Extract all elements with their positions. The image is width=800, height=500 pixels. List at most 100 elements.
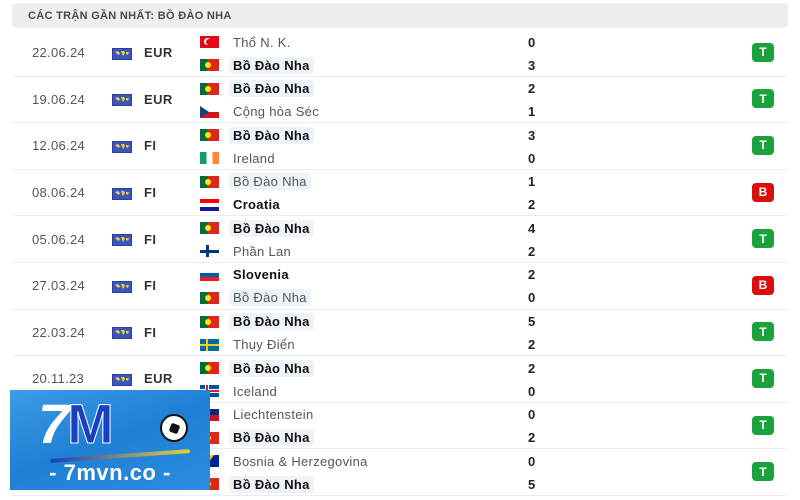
- home-team-name: Bồ Đào Nha: [229, 359, 314, 377]
- away-score: 0: [528, 150, 536, 166]
- away-team[interactable]: Bồ Đào Nha: [200, 55, 314, 75]
- away-team[interactable]: Croatia: [200, 195, 284, 215]
- home-team[interactable]: Thổ N. K.: [200, 32, 295, 52]
- competition-world-map-icon: [112, 93, 132, 107]
- competition-label: FI: [144, 278, 157, 294]
- match-date: 22.03.24: [32, 324, 86, 340]
- home-team[interactable]: Slovenia: [200, 265, 293, 285]
- result-badge: T: [752, 415, 774, 435]
- home-score: 2: [528, 360, 536, 376]
- home-score: 2: [528, 81, 536, 97]
- competition-world-map-icon: [112, 233, 132, 247]
- away-team[interactable]: Iceland: [200, 381, 281, 401]
- home-team[interactable]: Bồ Đào Nha: [200, 218, 314, 238]
- home-team-name: Thổ N. K.: [233, 34, 291, 50]
- away-score: 5: [528, 476, 536, 492]
- away-team[interactable]: Bồ Đào Nha: [200, 474, 314, 494]
- away-team[interactable]: Bồ Đào Nha: [200, 428, 314, 448]
- match-date: 27.03.24: [32, 278, 86, 294]
- match-row[interactable]: 19.06.24 EUR Bồ Đào Nha Cộng hòa Séc 2 1…: [12, 77, 788, 124]
- away-team-name: Bồ Đào Nha: [229, 475, 314, 493]
- home-score: 4: [528, 220, 536, 236]
- competition-label: EUR: [144, 45, 173, 61]
- away-score: 0: [528, 383, 536, 399]
- home-team-name: Bồ Đào Nha: [229, 219, 314, 237]
- away-team-name: Ireland: [233, 150, 275, 166]
- match-row[interactable]: 27.03.24 FI Slovenia Bồ Đào Nha 2 0 B: [12, 263, 788, 310]
- home-team-name: Bồ Đào Nha: [229, 80, 314, 98]
- result-badge: T: [752, 135, 774, 155]
- result-badge: T: [752, 229, 774, 249]
- home-team[interactable]: Liechtenstein: [200, 405, 318, 425]
- competition-label: FI: [144, 324, 157, 340]
- competition-world-map-icon: [112, 373, 132, 386]
- result-badge: B: [752, 182, 774, 202]
- portugal-flag-icon: [200, 222, 219, 235]
- result-badge: T: [752, 368, 774, 388]
- away-score: 1: [528, 104, 536, 120]
- watermark-logo-text: 7M: [38, 395, 114, 452]
- home-score: 2: [528, 267, 536, 283]
- section-header: CÁC TRẬN GẦN NHẤT: BỒ ĐÀO NHA: [12, 3, 788, 28]
- away-team[interactable]: Ireland: [200, 148, 279, 168]
- czech-flag-icon: [200, 105, 219, 118]
- away-team[interactable]: Phần Lan: [200, 241, 295, 261]
- competition-world-map-icon: [112, 187, 132, 200]
- competition-label: EUR: [144, 91, 173, 107]
- home-team[interactable]: Bồ Đào Nha: [200, 172, 311, 192]
- away-team-name: Bồ Đào Nha: [229, 289, 311, 307]
- portugal-flag-icon: [200, 291, 219, 304]
- home-score: 0: [528, 453, 536, 469]
- away-team-name: Phần Lan: [233, 243, 292, 259]
- home-team[interactable]: Bồ Đào Nha: [200, 79, 314, 99]
- away-team-name: Iceland: [233, 383, 278, 399]
- home-team-name: Bồ Đào Nha: [229, 313, 314, 331]
- home-team[interactable]: Bồ Đào Nha: [200, 358, 314, 378]
- watermark-m: M: [67, 392, 115, 455]
- match-row[interactable]: 08.06.24 FI Bồ Đào Nha Croatia 1 2 B: [12, 170, 788, 217]
- portugal-flag-icon: [200, 315, 219, 328]
- home-team-name: Liechtenstein: [233, 407, 314, 423]
- away-team[interactable]: Bồ Đào Nha: [200, 288, 311, 308]
- home-score: 0: [528, 34, 536, 50]
- home-score: 3: [528, 127, 536, 143]
- portugal-flag-icon: [200, 82, 219, 95]
- portugal-flag-icon: [200, 362, 219, 375]
- competition-world-map-icon: [112, 47, 132, 60]
- competition-label: FI: [144, 231, 157, 247]
- match-row[interactable]: 22.06.24 EUR Thổ N. K. Bồ Đào Nha 0 3 T: [12, 30, 788, 77]
- away-team-name: Croatia: [233, 197, 280, 213]
- turkey-flag-icon: [200, 36, 219, 48]
- watermark-site: - 7mvn.co -: [49, 460, 171, 485]
- match-date: 22.06.24: [32, 45, 86, 61]
- result-badge: T: [752, 89, 774, 109]
- match-date: 08.06.24: [32, 185, 86, 201]
- match-date: 12.06.24: [32, 138, 86, 154]
- away-team[interactable]: Cộng hòa Séc: [200, 102, 323, 122]
- home-team[interactable]: Bồ Đào Nha: [200, 312, 314, 332]
- away-score: 2: [528, 197, 536, 213]
- home-team[interactable]: Bosnia & Herzegovina: [200, 451, 372, 471]
- portugal-flag-icon: [200, 175, 219, 188]
- result-badge: T: [752, 462, 774, 482]
- finland-flag-icon: [200, 245, 219, 258]
- home-score: 1: [528, 174, 536, 190]
- portugal-flag-icon: [200, 129, 219, 142]
- away-team[interactable]: Thụy Điển: [200, 335, 299, 355]
- watermark-seven: 7: [38, 392, 69, 455]
- result-badge: T: [752, 322, 774, 342]
- result-badge: T: [752, 42, 774, 62]
- away-score: 2: [528, 430, 536, 446]
- competition-world-map-icon: [112, 280, 132, 293]
- portugal-flag-icon: [200, 59, 219, 71]
- home-team-name: Bosnia & Herzegovina: [233, 453, 368, 469]
- match-row[interactable]: 05.06.24 FI Bồ Đào Nha Phần Lan 4 2 T: [12, 216, 788, 263]
- match-row[interactable]: 12.06.24 FI Bồ Đào Nha Ireland 3 0 T: [12, 123, 788, 170]
- match-row[interactable]: 22.03.24 FI Bồ Đào Nha Thụy Điển 5 2 T: [12, 310, 788, 357]
- home-team-name: Bồ Đào Nha: [229, 126, 314, 144]
- home-team[interactable]: Bồ Đào Nha: [200, 125, 314, 145]
- home-team-name: Slovenia: [233, 267, 289, 283]
- away-team-name: Cộng hòa Séc: [233, 104, 319, 120]
- match-date: 05.06.24: [32, 231, 86, 247]
- result-badge: B: [752, 275, 774, 295]
